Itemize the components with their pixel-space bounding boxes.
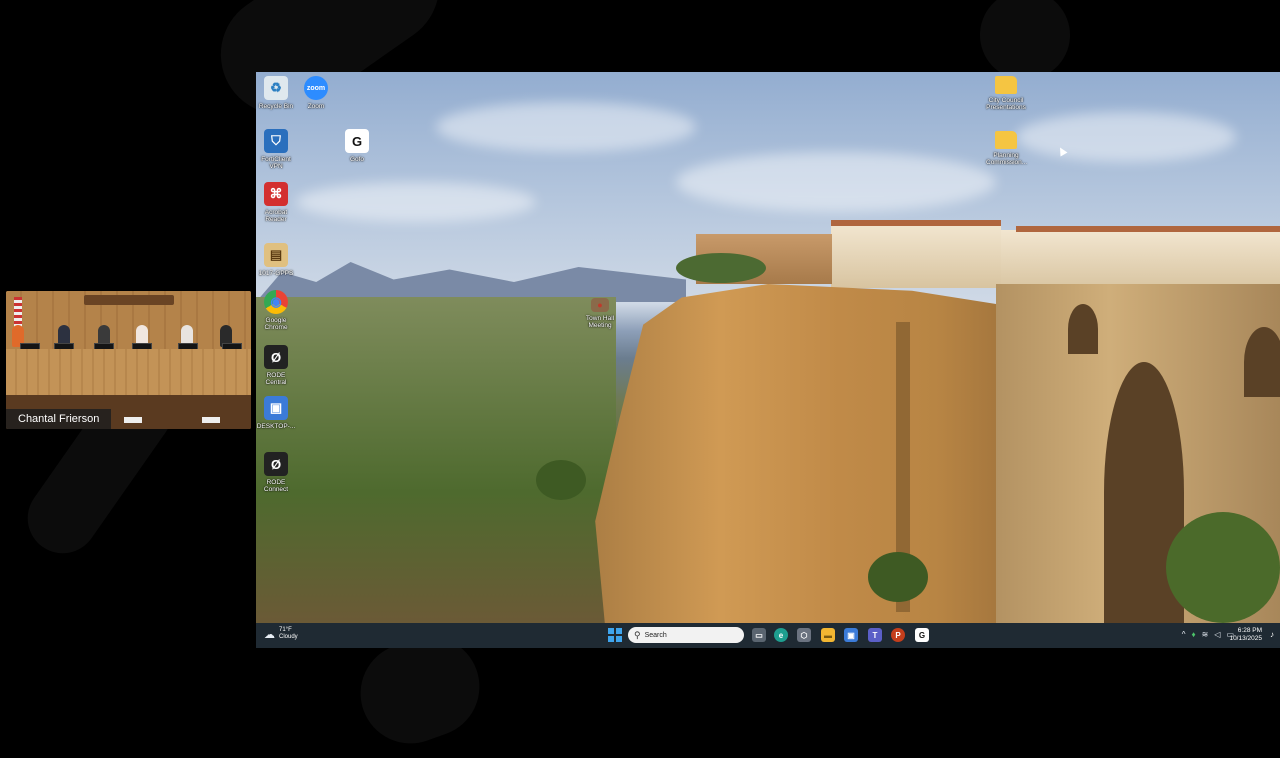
folder-glyph bbox=[995, 131, 1017, 149]
wallpaper-buildings bbox=[831, 224, 1001, 288]
chamber-seal-sign bbox=[84, 295, 174, 305]
gofo-taskbar-icon[interactable]: G bbox=[915, 628, 929, 642]
wallpaper-buildings bbox=[1001, 230, 1280, 290]
taskbar: ☁ 71°F Cloudy ⚲ Search ▭ e ⬡ ▬ ▣ T P G ^… bbox=[256, 623, 1280, 648]
acrobat-glyph: ⌘ bbox=[264, 182, 288, 206]
search-placeholder: Search bbox=[644, 631, 667, 639]
gofo-desktop-icon[interactable]: G Gofo bbox=[337, 129, 377, 163]
windows-logo-square bbox=[608, 635, 614, 642]
folder-glyph bbox=[995, 76, 1017, 94]
wallpaper-cloud bbox=[296, 182, 536, 222]
wallpaper-bridge-arch bbox=[1244, 327, 1280, 397]
gpps-label: 1017-GPPS bbox=[258, 270, 294, 277]
rode-central-glyph: Ø bbox=[264, 345, 288, 369]
rode-central-icon[interactable]: Ø RODE Central bbox=[256, 345, 296, 386]
fortinet-glyph: ⛉ bbox=[264, 129, 288, 153]
chrome-glyph: ◉ bbox=[264, 290, 288, 314]
microphone-icon[interactable]: ♦ bbox=[1191, 630, 1195, 639]
rode-central-label: RODE Central bbox=[265, 372, 287, 386]
gofo-glyph: G bbox=[345, 129, 369, 153]
wallpaper-bush bbox=[536, 460, 586, 500]
acrobat-label: Acrobat Reader bbox=[264, 209, 288, 223]
desktop-shortcut-icon[interactable]: ▣ DESKTOP-... bbox=[256, 396, 296, 430]
participant-video-tile[interactable]: Chantal Frierson bbox=[6, 291, 251, 429]
search-icon: ⚲ bbox=[634, 629, 641, 640]
remote-desktop-icon[interactable]: ▣ bbox=[844, 628, 858, 642]
wallpaper-roof bbox=[1016, 226, 1280, 232]
zoom-glyph: zoom bbox=[304, 76, 328, 100]
desktop-shortcut-glyph: ▣ bbox=[264, 396, 288, 420]
planning-commission-label: Planning Commission... bbox=[986, 152, 1028, 166]
gofo-label: Gofo bbox=[349, 156, 365, 163]
fortinet-label: FortiClient VPN bbox=[261, 156, 291, 170]
wallpaper-bush bbox=[676, 253, 766, 283]
dais bbox=[6, 349, 251, 399]
recycle-bin-glyph: ♻ bbox=[264, 76, 288, 100]
notification-bell-icon[interactable]: ♪ bbox=[1270, 630, 1274, 639]
clock-time: 6:28 PM bbox=[1237, 627, 1262, 634]
participant-name: Chantal Frierson bbox=[6, 409, 112, 429]
powerpoint-icon[interactable]: P bbox=[891, 628, 905, 642]
shared-desktop[interactable]: ♻ Recycle Bin zoom Zoom ⛉ FortiClient VP… bbox=[256, 72, 1280, 623]
wallpaper-cloud bbox=[1016, 112, 1236, 162]
start-button[interactable] bbox=[608, 628, 622, 642]
document bbox=[202, 417, 220, 423]
cloud-icon: ☁ bbox=[264, 628, 275, 641]
weather-widget[interactable]: ☁ 71°F Cloudy bbox=[264, 627, 298, 641]
wifi-icon[interactable]: ≋ bbox=[1202, 630, 1209, 639]
wallpaper-roof bbox=[831, 220, 1001, 226]
zoom-label: Zoom bbox=[307, 103, 325, 110]
wallpaper-cloud bbox=[676, 152, 996, 212]
windows-logo-square bbox=[608, 628, 614, 635]
acrobat-reader-icon[interactable]: ⌘ Acrobat Reader bbox=[256, 182, 296, 223]
chevron-up-icon[interactable]: ^ bbox=[1182, 630, 1186, 639]
recycle-bin-label: Recycle Bin bbox=[258, 103, 294, 110]
fortinet-vpn-icon[interactable]: ⛉ FortiClient VPN bbox=[256, 129, 296, 170]
gpps-icon[interactable]: ▤ 1017-GPPS bbox=[256, 243, 296, 277]
google-chrome-icon[interactable]: ◉ Google Chrome bbox=[256, 290, 296, 331]
desktop-shortcut-label: DESKTOP-... bbox=[256, 423, 296, 430]
wallpaper-mountains bbox=[256, 262, 686, 302]
recycle-bin-icon[interactable]: ♻ Recycle Bin bbox=[256, 76, 296, 110]
wallpaper-bush bbox=[1166, 512, 1280, 623]
clock-date: 10/13/2025 bbox=[1229, 635, 1262, 642]
task-view-icon[interactable]: ▭ bbox=[752, 628, 766, 642]
rode-connect-icon[interactable]: Ø RODE Connect bbox=[256, 452, 296, 493]
rode-connect-label: RODE Connect bbox=[263, 479, 289, 493]
city-council-folder-icon[interactable]: City Council Presentations bbox=[986, 76, 1026, 111]
city-council-label: City Council Presentations bbox=[986, 97, 1026, 111]
edge-icon[interactable]: e bbox=[774, 628, 788, 642]
gpps-glyph: ▤ bbox=[264, 243, 288, 267]
taskbar-search-box[interactable]: ⚲ Search bbox=[628, 627, 744, 643]
weather-temp: 71°F bbox=[279, 627, 292, 633]
teams-icon[interactable]: T bbox=[868, 628, 882, 642]
file-explorer-icon[interactable]: ▬ bbox=[821, 628, 835, 642]
chrome-label: Google Chrome bbox=[264, 317, 288, 331]
copilot-icon[interactable]: ⬡ bbox=[797, 628, 811, 642]
zoom-icon[interactable]: zoom Zoom bbox=[296, 76, 336, 110]
weather-condition: Cloudy bbox=[279, 634, 298, 640]
wallpaper-cloud bbox=[436, 102, 696, 152]
taskbar-clock[interactable]: 6:28 PM 10/13/2025 bbox=[1229, 627, 1262, 643]
wallpaper-bridge-arch bbox=[1068, 304, 1098, 354]
windows-logo-square bbox=[615, 635, 622, 642]
document bbox=[124, 417, 142, 423]
town-hall-glyph: ● bbox=[591, 298, 609, 312]
town-hall-label: Town Hall Meeting bbox=[585, 315, 615, 329]
rode-connect-glyph: Ø bbox=[264, 452, 288, 476]
wallpaper-bush bbox=[868, 552, 928, 602]
windows-logo-square bbox=[615, 628, 622, 635]
system-tray: ^ ♦ ≋ ◁ ▭ bbox=[1182, 630, 1234, 639]
wallpaper-cliff bbox=[595, 284, 1056, 623]
speaker-icon[interactable]: ◁ bbox=[1214, 630, 1220, 639]
planning-commission-folder-icon[interactable]: Planning Commission... bbox=[986, 131, 1028, 166]
town-hall-meeting-icon[interactable]: ● Town Hall Meeting bbox=[580, 298, 620, 329]
